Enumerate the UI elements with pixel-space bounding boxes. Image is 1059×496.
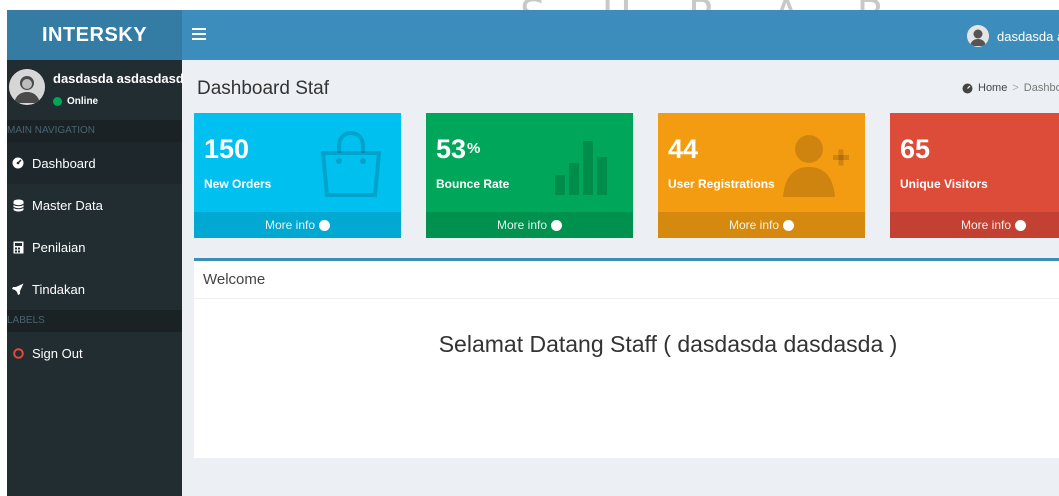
breadcrumb: Home > Dashboard bbox=[962, 82, 1059, 94]
top-navbar: dasdasda asdasdasd bbox=[182, 10, 1059, 60]
stat-value: 150 bbox=[204, 134, 250, 164]
status-text: Online bbox=[67, 96, 99, 107]
user-add-icon bbox=[783, 135, 849, 197]
avatar bbox=[9, 69, 45, 105]
stat-label: Unique Visitors bbox=[900, 177, 988, 191]
breadcrumb-current: Dashboard bbox=[1023, 82, 1059, 94]
navbar-user-name: dasdasda asdasdasd bbox=[997, 28, 1059, 44]
stat-label: New Orders bbox=[204, 177, 272, 191]
more-info-link[interactable]: More info bbox=[194, 212, 401, 238]
stat-box-bounce-rate: 53% Bounce Rate More info bbox=[426, 113, 633, 238]
stat-value: 44 bbox=[668, 134, 699, 164]
nav-section-header: MAIN NAVIGATION bbox=[7, 120, 182, 142]
stat-value: 53% bbox=[436, 134, 481, 164]
sidebar-item-penilaian[interactable]: Penilaian bbox=[7, 226, 182, 268]
page-title: Dashboard Staf bbox=[197, 78, 330, 99]
stat-box-new-orders: 150 New Orders More info bbox=[194, 113, 401, 238]
menu-icon[interactable] bbox=[192, 24, 212, 44]
sidebar-item-label: Dashboard bbox=[32, 155, 96, 171]
stat-label: Bounce Rate bbox=[436, 177, 510, 191]
status-badge: Online bbox=[53, 96, 98, 107]
sidebar-item-label: Master Data bbox=[32, 197, 103, 213]
pie-chart-icon bbox=[1055, 127, 1059, 199]
sidebar-item-sign-out[interactable]: Sign Out bbox=[7, 332, 182, 374]
arrow-circle-right-icon bbox=[783, 219, 795, 231]
main-content: Dashboard Staf Home > Dashboard 150 New … bbox=[182, 60, 1059, 496]
sidebar-user-name: dasdasda asdasdasd bbox=[53, 71, 184, 86]
more-info-link[interactable]: More info bbox=[658, 212, 865, 238]
shopping-bag-icon bbox=[320, 131, 382, 197]
arrow-circle-right-icon bbox=[551, 219, 563, 231]
breadcrumb-home-link[interactable]: Home bbox=[978, 82, 1007, 94]
arrow-circle-right-icon bbox=[319, 219, 331, 231]
circle-icon bbox=[11, 347, 25, 359]
stat-box-user-registrations: 44 User Registrations More info bbox=[658, 113, 865, 238]
online-dot-icon bbox=[53, 97, 62, 106]
stat-label: User Registrations bbox=[668, 177, 775, 191]
panel-title: Welcome bbox=[194, 261, 1059, 299]
app-logo[interactable]: INTERSKY bbox=[7, 10, 182, 60]
welcome-message: Selamat Datang Staff ( dasdasda dasdasda… bbox=[438, 331, 898, 357]
sidebar-item-label: Tindakan bbox=[32, 281, 85, 297]
arrow-circle-right-icon bbox=[1015, 219, 1027, 231]
sidebar-item-master-data[interactable]: Master Data bbox=[7, 184, 182, 226]
app-window: INTERSKY dasdasda asdasdasd dasdasda asd… bbox=[7, 10, 1059, 496]
more-info-link[interactable]: More info bbox=[890, 212, 1059, 238]
user-panel: dasdasda asdasdasd Online bbox=[7, 60, 184, 120]
watermark: S U R A B A Y A bbox=[520, 0, 940, 10]
avatar bbox=[967, 25, 989, 47]
calculator-icon bbox=[11, 241, 25, 254]
sidebar-item-tindakan[interactable]: Tindakan bbox=[7, 268, 182, 310]
sidebar-item-label: Sign Out bbox=[32, 345, 83, 361]
stat-value: 65 bbox=[900, 134, 931, 164]
sidebar-item-dashboard[interactable]: Dashboard bbox=[7, 142, 182, 184]
dashboard-icon bbox=[11, 157, 25, 169]
more-info-link[interactable]: More info bbox=[426, 212, 633, 238]
rocket-icon bbox=[11, 283, 25, 295]
home-icon bbox=[962, 83, 973, 94]
navbar-user-menu[interactable]: dasdasda asdasdasd bbox=[967, 25, 1059, 47]
bar-chart-icon bbox=[555, 141, 607, 195]
sidebar-item-label: Penilaian bbox=[32, 239, 86, 255]
labels-section-header: LABELS bbox=[7, 310, 182, 332]
database-icon bbox=[11, 199, 25, 212]
welcome-panel: Welcome Selamat Datang Staff ( dasdasda … bbox=[194, 258, 1059, 458]
stat-box-unique-visitors: 65 Unique Visitors More info bbox=[890, 113, 1059, 238]
breadcrumb-separator: > bbox=[1012, 82, 1019, 94]
sidebar: dasdasda asdasdasd Online MAIN NAVIGATIO… bbox=[7, 60, 184, 496]
